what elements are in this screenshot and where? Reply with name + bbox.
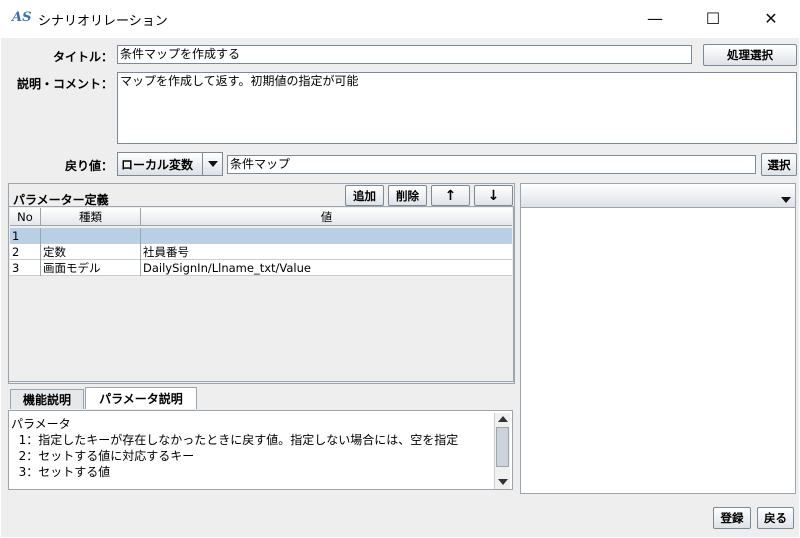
close-button[interactable]: ✕ <box>748 0 794 36</box>
description-line: パラメータ <box>11 417 71 431</box>
maximize-icon: ☐ <box>705 8 721 28</box>
parameter-table: No 種類 値 1 2 定数 社員番号 3 画面モデル DailySignIn/… <box>8 206 514 382</box>
table-row[interactable]: 3 画面モデル DailySignIn/Llname_txt/Value <box>10 260 512 276</box>
move-down-button[interactable]: ↓ <box>474 185 513 206</box>
minimize-icon: — <box>647 8 663 28</box>
triangle-up-icon <box>498 416 508 422</box>
description-line: 3：セットする値 <box>11 465 111 479</box>
add-parameter-button[interactable]: 追加 <box>345 185 384 206</box>
dialog-footer <box>1 500 799 537</box>
table-header: No 種類 値 <box>10 208 512 226</box>
right-detail-panel <box>520 183 796 494</box>
tab-parameter-description[interactable]: パラメータ説明 <box>85 387 197 409</box>
return-type-dropdown[interactable]: ローカル変数 <box>117 152 223 176</box>
arrow-down-icon: ↓ <box>487 187 500 204</box>
table-row[interactable]: 1 <box>10 228 512 244</box>
column-header-no[interactable]: No <box>10 208 41 226</box>
description-scrollbar[interactable] <box>494 413 510 489</box>
row-type[interactable]: 定数 <box>41 244 141 260</box>
row-no: 1 <box>10 228 41 244</box>
row-value[interactable]: DailySignIn/Llname_txt/Value <box>141 260 512 276</box>
parameter-description-text[interactable]: パラメータ 1：指定したキーが存在しなかったときに戻す値。指定しない場合には、空… <box>8 410 513 490</box>
return-type-value: ローカル変数 <box>121 158 194 172</box>
description-line: 1：指定したキーが存在しなかったときに戻す値。指定しない場合には、空を指定 <box>11 433 459 447</box>
scrollbar-thumb[interactable] <box>496 427 509 467</box>
description-line: 2：セットする値に対応するキー <box>11 449 195 463</box>
window-title: シナリオリレーション <box>38 14 168 29</box>
row-value[interactable] <box>141 228 512 244</box>
column-header-type[interactable]: 種類 <box>41 208 141 226</box>
close-icon: ✕ <box>764 8 778 28</box>
row-value[interactable]: 社員番号 <box>141 244 512 260</box>
column-header-value[interactable]: 値 <box>141 208 512 226</box>
table-row[interactable]: 2 定数 社員番号 <box>10 244 512 260</box>
tab-function-description[interactable]: 機能説明 <box>10 389 84 409</box>
chevron-down-icon <box>202 153 222 175</box>
register-button[interactable]: 登録 <box>713 507 751 529</box>
arrow-up-icon: ↑ <box>444 187 457 204</box>
return-value-label: 戻り値： <box>64 159 113 173</box>
delete-parameter-button[interactable]: 削除 <box>388 185 427 206</box>
minimize-button[interactable]: — <box>632 0 678 36</box>
right-panel-dropdown[interactable] <box>521 184 795 208</box>
back-button[interactable]: 戻る <box>757 507 794 529</box>
window-titlebar: AS シナリオリレーション — ☐ ✕ <box>0 0 800 38</box>
process-select-button[interactable]: 処理選択 <box>703 44 797 66</box>
title-label: タイトル： <box>52 50 113 64</box>
comment-textarea[interactable]: マップを作成して返す。初期値の指定が可能 <box>117 72 797 144</box>
maximize-button[interactable]: ☐ <box>690 0 736 36</box>
row-type[interactable]: 画面モデル <box>41 260 141 276</box>
move-up-button[interactable]: ↑ <box>431 185 470 206</box>
select-button[interactable]: 選択 <box>761 153 797 176</box>
title-input[interactable]: 条件マップを作成する <box>117 45 692 64</box>
row-no: 2 <box>10 244 41 260</box>
triangle-down-icon <box>498 479 508 485</box>
row-no: 3 <box>10 260 41 276</box>
chevron-down-icon <box>781 192 791 206</box>
app-logo-icon: AS <box>12 10 32 25</box>
return-value-input[interactable]: 条件マップ <box>227 155 756 174</box>
comment-label: 説明・コメント： <box>16 77 113 91</box>
row-type[interactable] <box>41 228 141 244</box>
